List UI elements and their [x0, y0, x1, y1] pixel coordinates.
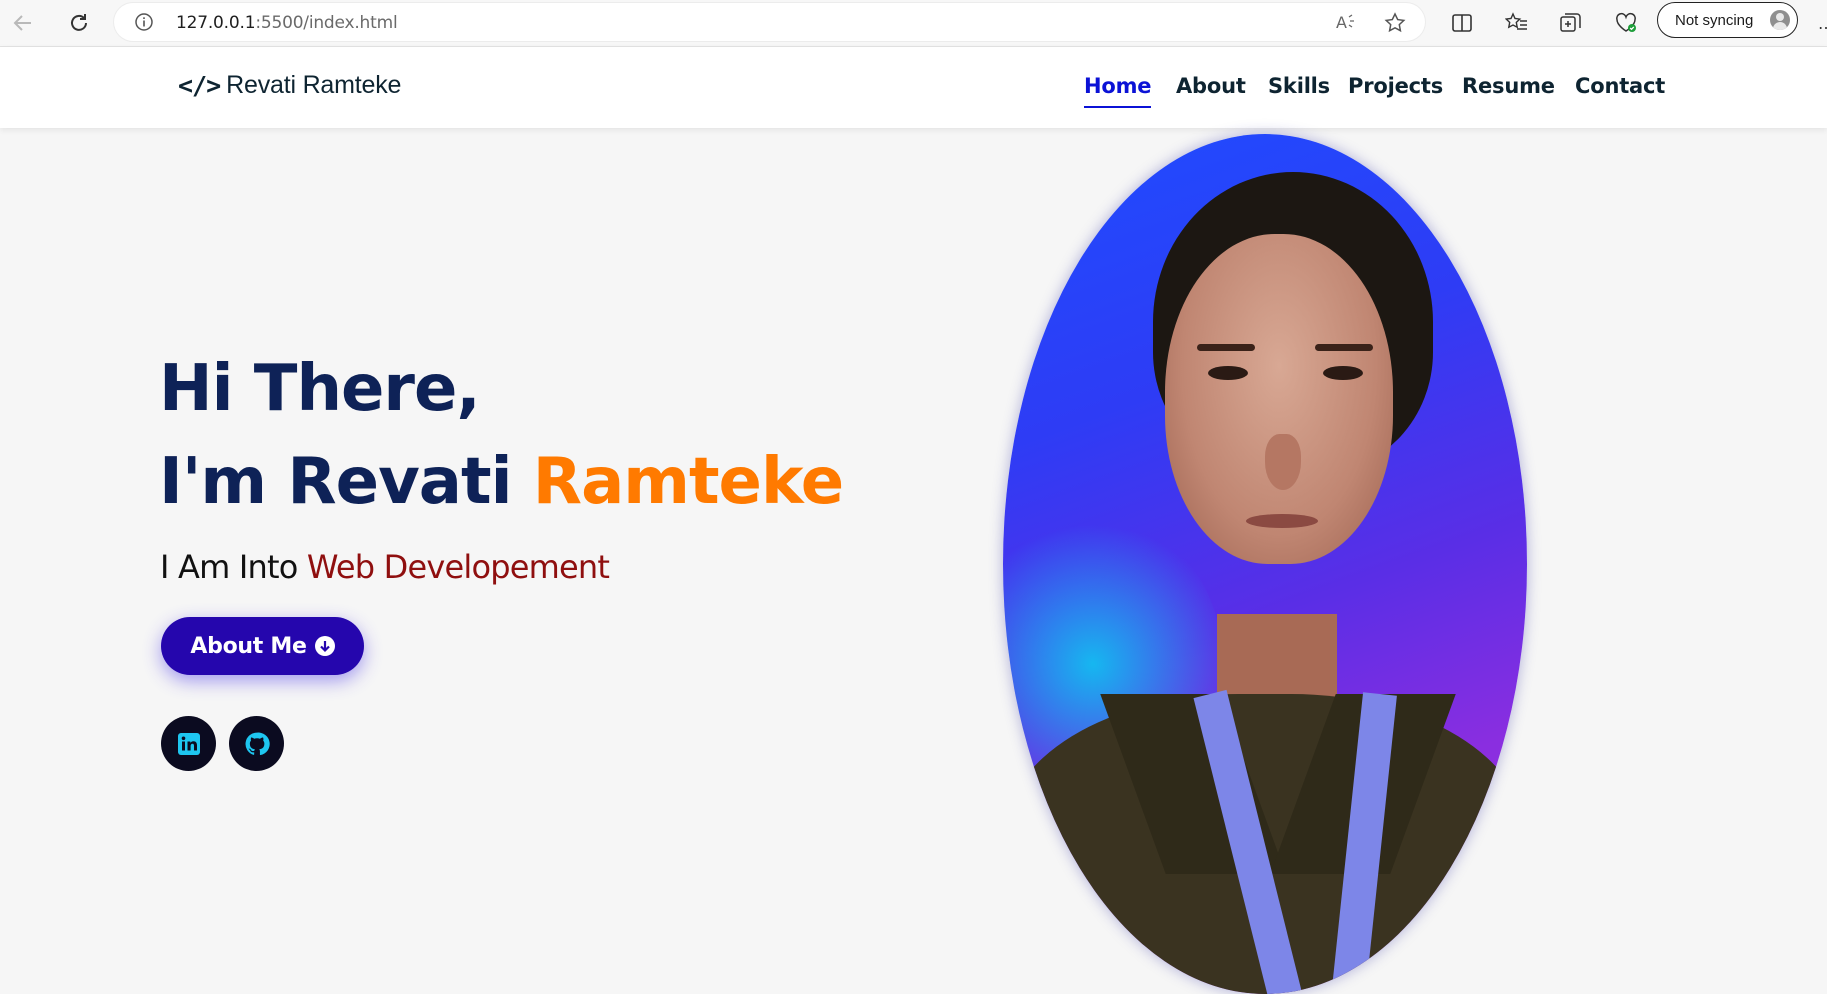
reload-icon: [71, 14, 87, 31]
site-info-icon[interactable]: [134, 12, 154, 37]
url-text[interactable]: 127.0.0.1:5500/index.html: [176, 13, 398, 33]
more-menu-icon[interactable]: ⋯: [1818, 18, 1827, 38]
back-arrow-icon: [13, 15, 31, 31]
github-link[interactable]: [229, 716, 284, 771]
split-screen-icon[interactable]: [1448, 9, 1476, 37]
browser-essentials-icon[interactable]: [1612, 9, 1640, 37]
profile-sync-label: Not syncing: [1675, 12, 1754, 29]
github-icon: [245, 732, 270, 755]
linkedin-icon: [177, 732, 200, 755]
nav-home[interactable]: Home: [1084, 74, 1152, 108]
back-button[interactable]: [8, 8, 38, 38]
tagline-prefix: I Am Into: [160, 548, 307, 586]
reload-button[interactable]: [64, 8, 94, 38]
address-bar[interactable]: 127.0.0.1:5500/index.html A: [114, 3, 1425, 41]
favorite-star-icon[interactable]: [1384, 12, 1406, 39]
about-me-label: About Me: [190, 633, 307, 659]
nav-resume[interactable]: Resume: [1462, 74, 1555, 98]
svg-text:A: A: [1336, 13, 1347, 32]
nav-skills[interactable]: Skills: [1268, 74, 1330, 98]
site-header: </> Revati Ramteke Home About Skills Pro…: [0, 47, 1827, 128]
nav-projects[interactable]: Projects: [1348, 74, 1443, 98]
hero-greeting: Hi There,: [159, 352, 481, 426]
url-path: :5500/index.html: [255, 13, 398, 33]
url-host: 127.0.0.1: [176, 13, 256, 33]
nav-contact[interactable]: Contact: [1575, 74, 1665, 98]
hero-intro: I'm Revati Ramteke: [159, 445, 844, 519]
nav-about[interactable]: About: [1176, 74, 1246, 98]
profile-photo: [1003, 134, 1527, 994]
arrow-down-circle-icon: [314, 636, 335, 656]
code-brackets-icon: </>: [178, 71, 221, 100]
collections-icon[interactable]: [1557, 9, 1585, 37]
hero-intro-prefix: I'm Revati: [159, 445, 533, 519]
hero-intro-accent: Ramteke: [532, 445, 844, 519]
favorites-icon[interactable]: [1503, 9, 1531, 37]
brand-logo-link[interactable]: </> Revati Ramteke: [178, 71, 401, 100]
linkedin-link[interactable]: [161, 716, 216, 771]
brand-name: Revati Ramteke: [226, 71, 402, 99]
browser-toolbar: 127.0.0.1:5500/index.html A Not syncing …: [0, 0, 1827, 47]
tagline-typed-text: Web Developement: [306, 548, 610, 586]
profile-avatar-icon: [1770, 10, 1790, 30]
about-me-button[interactable]: About Me: [161, 617, 364, 675]
read-aloud-icon[interactable]: A: [1336, 12, 1358, 37]
hero-tagline: I Am Into Web Developement: [160, 548, 610, 586]
profile-sync-button[interactable]: Not syncing: [1657, 2, 1798, 38]
